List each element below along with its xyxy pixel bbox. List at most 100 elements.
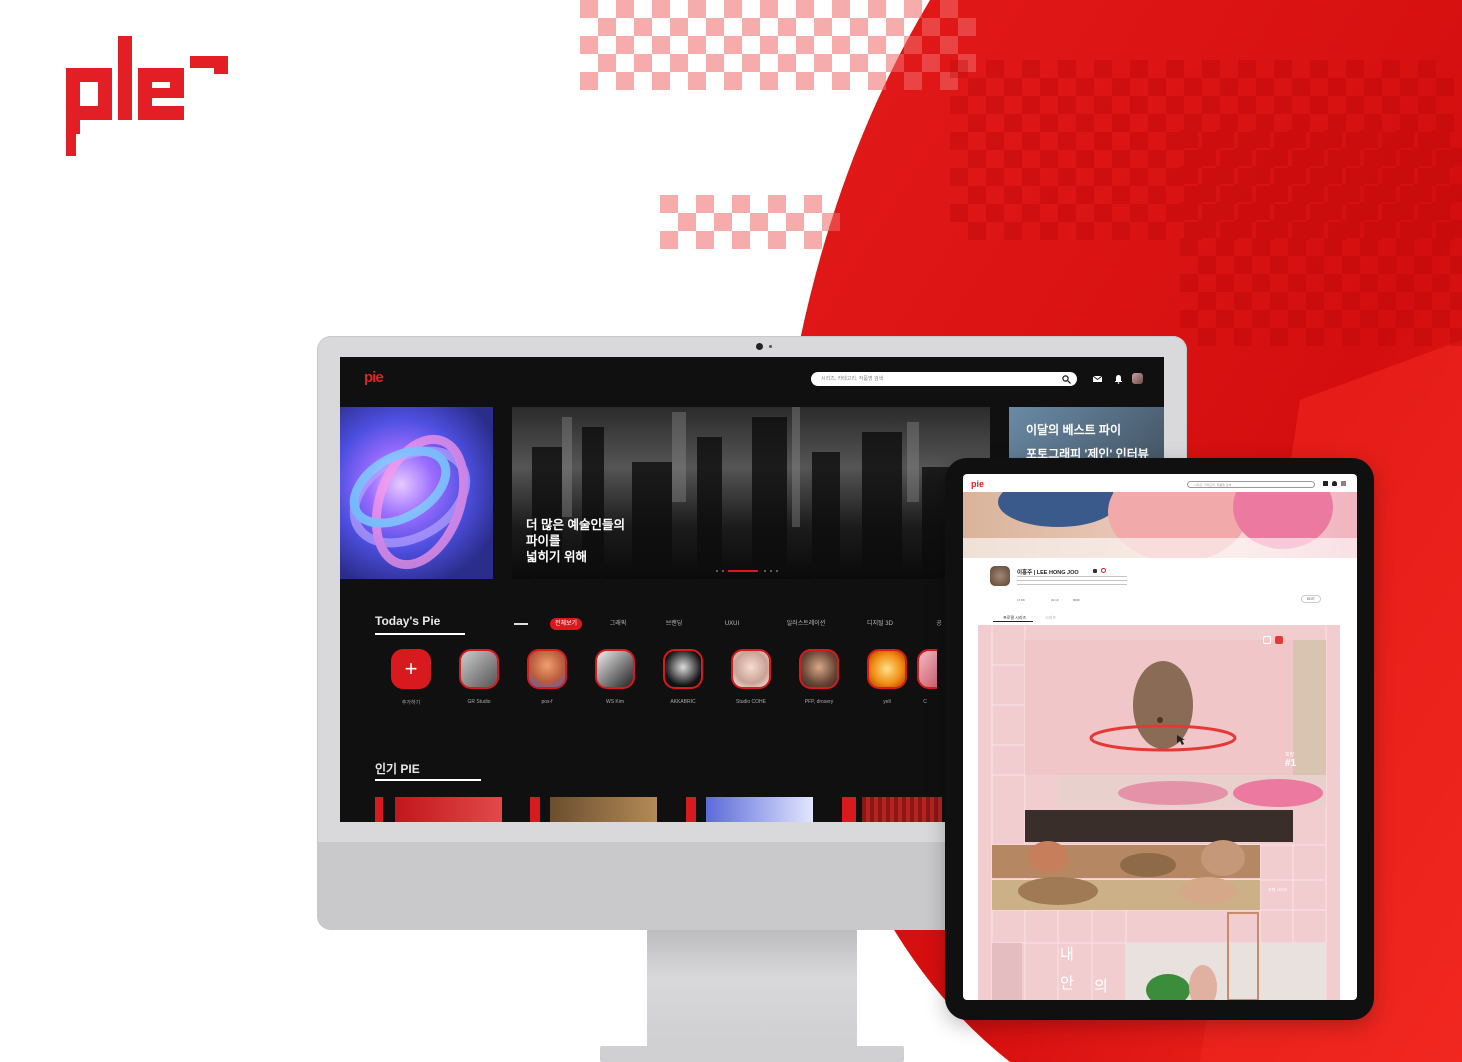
checker-pixel [1252,238,1270,256]
checker-pixel [1180,274,1198,292]
checker-pixel [750,213,768,231]
tab-uxui[interactable]: UXUI [716,618,748,630]
checker-pixel [886,18,904,36]
plus-icon[interactable]: + [391,649,431,689]
checker-pixel [616,36,634,54]
creator-avatar[interactable] [663,649,703,689]
vertical-char: 안 [1060,975,1074,992]
creator-avatar[interactable] [731,649,771,689]
checker-pixel [1180,130,1198,148]
checker-pixel [660,195,678,213]
popular-card[interactable] [706,797,813,822]
checker-pixel [1234,220,1252,238]
creator-item[interactable]: C [913,649,937,705]
creator-add[interactable]: + 추가하기 [381,649,441,706]
popular-card[interactable] [862,797,942,822]
checker-pixel [1382,96,1400,114]
message-icon[interactable] [1093,569,1097,573]
creator-item[interactable]: Studio COHE [721,649,781,705]
tab-all[interactable]: 전체보기 [550,618,582,630]
checker-pixel [616,0,634,18]
likes-count: 32.1K [1051,598,1059,602]
tablet-header-icons [1323,481,1351,488]
tab-branding[interactable]: 브랜딩 [658,618,690,630]
bell-icon[interactable] [1332,481,1337,486]
checker-pixel [814,54,832,72]
search-input[interactable]: 시리즈, 카테고리, 작품명 검색 [811,372,1077,386]
vertical-char: 내 [1060,946,1074,963]
tab-series[interactable]: 시리즈 [1045,615,1056,621]
checker-pixel [714,213,732,231]
creator-item[interactable]: AKKABRIC [653,649,713,705]
tab-digital-3d[interactable]: 디지털 3D [855,618,905,630]
checker-pixel [850,18,868,36]
vertical-char: 의 [1094,978,1108,995]
tablet-site-logo[interactable]: pie [971,479,984,489]
creator-avatar[interactable] [917,649,937,689]
profile-icon[interactable] [1341,481,1346,486]
checker-pixel [868,72,886,90]
checker-pixel [1364,78,1382,96]
creator-item[interactable]: PFP, drosery [789,649,849,705]
checker-pixel [1198,184,1216,202]
checker-pixel [1360,130,1378,148]
carousel-indicator[interactable] [712,567,792,575]
creator-item[interactable]: yell [857,649,917,705]
checker-pixel [1432,274,1450,292]
checker-pixel [598,54,616,72]
tab-graphic[interactable]: 그래픽 [602,618,634,630]
like-icon[interactable] [1275,636,1283,644]
tab-more[interactable]: 공 [932,618,946,630]
mail-icon[interactable] [1323,481,1328,486]
checker-pixel [1216,130,1234,148]
bell-icon[interactable] [1113,373,1124,384]
creator-item[interactable]: GR Studio [449,649,509,705]
site-logo[interactable]: pie [364,369,384,386]
tab-illustration[interactable]: 일러스트레이션 [776,618,836,630]
checker-pixel [1346,60,1364,78]
checker-pixel [1022,96,1040,114]
checker-pixel [760,0,778,18]
checker-pixel [1342,148,1360,166]
checker-pixel [1414,256,1432,274]
instagram-icon[interactable] [1101,568,1106,573]
checker-pixel [1400,114,1418,132]
checker-pixel [778,18,796,36]
creator-label: yell [883,699,891,705]
creator-avatar[interactable] [595,649,635,689]
checker-pixel [688,36,706,54]
tablet-search-input[interactable]: 시리즈, 카테고리, 작품명 검색 [1187,481,1315,488]
hero-side-art[interactable] [340,407,493,579]
checker-pixel [950,60,968,78]
hero-banner[interactable]: 더 많은 예술인들의 파이를 넓히기 위해 [512,407,990,579]
share-icon[interactable] [1263,636,1271,644]
creator-avatar[interactable] [459,649,499,689]
search-icon[interactable] [1062,375,1071,384]
edit-button[interactable]: EDIT [1301,595,1321,603]
checker-pixel [850,54,868,72]
checker-pixel [868,0,886,18]
checker-pixel [1450,148,1462,166]
checker-pixel [1148,186,1166,204]
saves-count: 8000 [1073,598,1080,602]
creator-avatar[interactable] [867,649,907,689]
mail-icon[interactable] [1092,373,1103,384]
tablet-profile-avatar[interactable] [990,566,1010,586]
camera-icon [756,343,763,350]
checker-pixel [1414,292,1432,310]
checker-pixel [1202,60,1220,78]
checker-pixel [1022,60,1040,78]
popular-card[interactable] [550,797,657,822]
creator-item[interactable]: WS Kim [585,649,645,705]
checker-pixel [1396,310,1414,328]
profile-avatar[interactable] [1132,373,1143,384]
checker-pixel [1094,204,1112,222]
checker-pixel [1432,238,1450,256]
creator-item[interactable]: pos-f [517,649,577,705]
popular-card[interactable] [395,797,502,822]
creator-label: pos-f [541,699,553,705]
checker-pixel [1216,310,1234,328]
creator-avatar[interactable] [799,649,839,689]
checker-pixel [968,222,986,240]
creator-avatar[interactable] [527,649,567,689]
